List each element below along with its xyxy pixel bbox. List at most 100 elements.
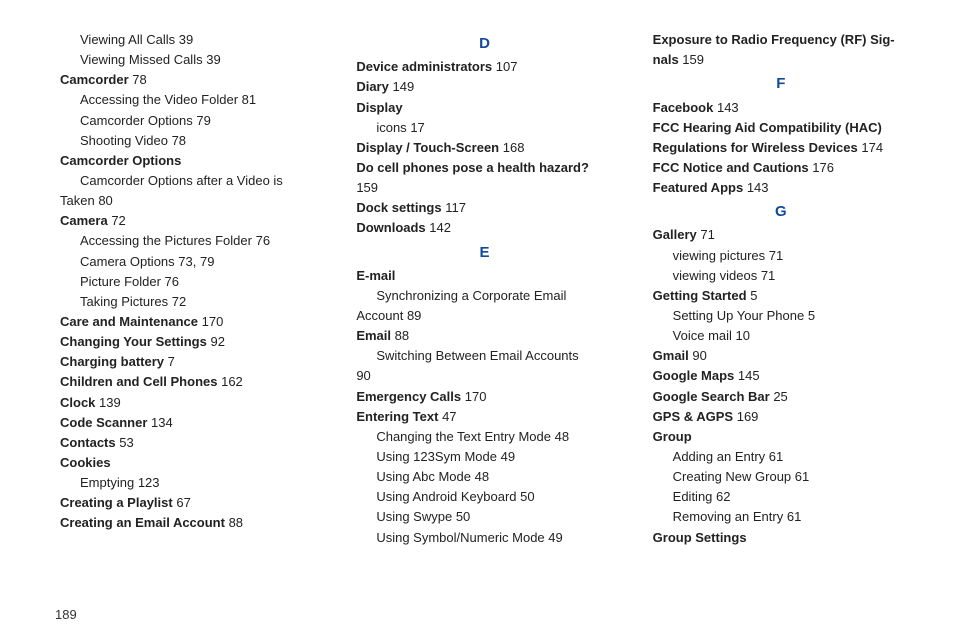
index-entry-text: Getting Started [653,288,747,303]
index-entry-text: Viewing All Calls [80,32,175,47]
index-entry: Accessing the Pictures Folder 76 [60,231,316,251]
index-entry: Shooting Video 78 [60,131,316,151]
index-entry-page: 72 [172,294,186,309]
index-entry-page: 90 [356,368,370,383]
index-entry-page: 62 [716,489,730,504]
index-entry: Display / Touch-Screen 168 [356,138,612,158]
index-entry: Emptying 123 [60,473,316,493]
index-entry-text: Shooting Video [80,133,168,148]
index-entry: Dock settings 117 [356,198,612,218]
index-entry-page: 49 [548,530,562,545]
index-entry-page: 71 [700,227,714,242]
index-entry: Entering Text 47 [356,407,612,427]
index-entry: nals 159 [653,50,909,70]
index-entry-text: Creating New Group [673,469,792,484]
index-entry: Creating an Email Account 88 [60,513,316,533]
index-entry-text: Using Abc Mode [376,469,471,484]
index-entry-text: Downloads [356,220,425,235]
index-entry-page: 159 [682,52,704,67]
index-entry-text: FCC Hearing Aid Compatibility (HAC) [653,120,882,135]
index-entry: Account 89 [356,306,612,326]
index-entry-text: Google Maps [653,368,735,383]
index-entry-page: 50 [520,489,534,504]
index-entry: Gmail 90 [653,346,909,366]
index-entry: Switching Between Email Accounts [356,346,612,366]
index-entry-page: 149 [392,79,414,94]
index-entry-text: Camera Options [80,254,175,269]
index-entry-text: Voice mail [673,328,732,343]
index-entry-page: 72 [111,213,125,228]
index-entry-text: Google Search Bar [653,389,770,404]
index-entry: Diary 149 [356,77,612,97]
index-entry: Using Symbol/Numeric Mode 49 [356,528,612,548]
index-entry: Care and Maintenance 170 [60,312,316,332]
index-column: Exposure to Radio Frequency (RF) Sig-nal… [653,30,909,589]
index-entry-text: Changing Your Settings [60,334,207,349]
index-entry: Camcorder Options [60,151,316,171]
index-entry-text: Camcorder [60,72,129,87]
index-entry: 90 [356,366,612,386]
index-entry: Getting Started 5 [653,286,909,306]
page-footer: 189 [60,607,909,622]
index-entry-page: 176 [812,160,834,175]
index-entry: FCC Notice and Cautions 176 [653,158,909,178]
index-entry: Email 88 [356,326,612,346]
index-entry: Charging battery 7 [60,352,316,372]
index-entry: Facebook 143 [653,98,909,118]
index-entry-page: 92 [210,334,224,349]
index-entry-page: 48 [555,429,569,444]
index-entry-text: Synchronizing a Corporate Email [376,288,566,303]
index-entry-page: 142 [429,220,451,235]
index-entry-text: Changing the Text Entry Mode [376,429,551,444]
index-entry: Camcorder Options after a Video is [60,171,316,191]
index-entry-text: Accessing the Pictures Folder [80,233,252,248]
index-entry-text: Exposure to Radio Frequency (RF) Sig- [653,32,895,47]
index-entry-page: 76 [256,233,270,248]
index-column: DDevice administrators 107Diary 149Displ… [356,30,612,589]
index-entry: Changing Your Settings 92 [60,332,316,352]
index-entry-text: Entering Text [356,409,438,424]
index-entry: Accessing the Video Folder 81 [60,90,316,110]
index-entry-text: Viewing Missed Calls [80,52,203,67]
index-entry-text: Accessing the Video Folder [80,92,238,107]
index-entry-text: E-mail [356,268,395,283]
index-entry: Synchronizing a Corporate Email [356,286,612,306]
index-entry: Creating a Playlist 67 [60,493,316,513]
index-entry-text: Camcorder Options [60,153,181,168]
index-entry-page: 89 [407,308,421,323]
index-entry-text: Taking Pictures [80,294,168,309]
index-entry-page: 80 [98,193,112,208]
index-entry: Emergency Calls 170 [356,387,612,407]
index-entry-page: 61 [769,449,783,464]
index-entry-page: 61 [787,509,801,524]
index-entry-page: 174 [861,140,883,155]
index-entry: Code Scanner 134 [60,413,316,433]
index-entry: Do cell phones pose a health hazard? [356,158,612,178]
index-entry-page: 48 [475,469,489,484]
index-entry-page: 123 [138,475,160,490]
index-entry-page: 78 [172,133,186,148]
index-entry: Device administrators 107 [356,57,612,77]
index-entry-page: 170 [465,389,487,404]
index-entry-text: Charging battery [60,354,164,369]
index-entry-text: Using Symbol/Numeric Mode [376,530,544,545]
index-entry-text: Clock [60,395,95,410]
index-entry-text: Children and Cell Phones [60,374,217,389]
index-entry: Setting Up Your Phone 5 [653,306,909,326]
index-entry-text: Gallery [653,227,697,242]
index-entry-text: Creating an Email Account [60,515,225,530]
index-entry: Downloads 142 [356,218,612,238]
page-number: 189 [55,607,77,622]
index-entry-page: 10 [736,328,750,343]
index-entry-text: Camcorder Options after a Video is [80,173,283,188]
index-entry-text: Dock settings [356,200,441,215]
index-entry-text: Facebook [653,100,714,115]
index-entry-page: 139 [99,395,121,410]
index-entry: Gallery 71 [653,225,909,245]
index-entry: Taking Pictures 72 [60,292,316,312]
index-entry-page: 134 [151,415,173,430]
index-entry-text: Featured Apps [653,180,744,195]
index-entry: Camcorder 78 [60,70,316,90]
index-entry: Viewing All Calls 39 [60,30,316,50]
index-entry-text: Using Swype [376,509,452,524]
